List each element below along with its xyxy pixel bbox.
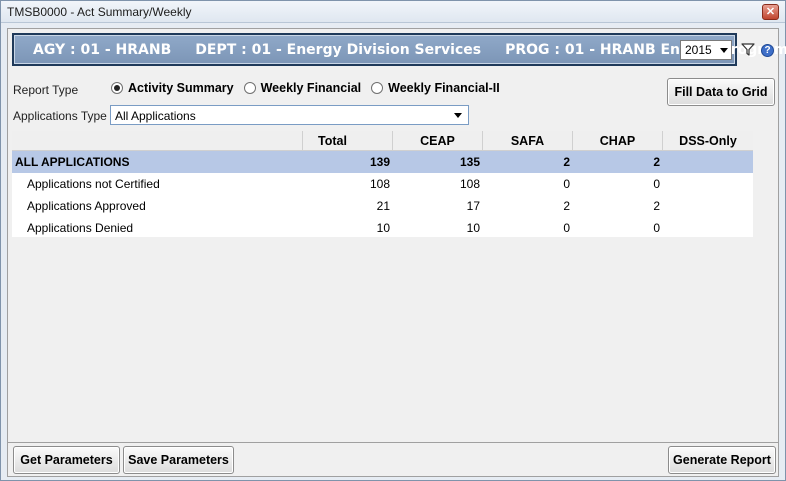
- column-header-chap[interactable]: CHAP: [572, 131, 662, 151]
- applications-type-select[interactable]: All Applications: [110, 105, 469, 125]
- cell-chap: 0: [653, 177, 660, 191]
- cell-chap: 2: [653, 199, 660, 213]
- table-row[interactable]: Applications not Certified 108 108 0 0: [12, 173, 753, 195]
- app-window: TMSB0000 - Act Summary/Weekly ✕ AGY : 01…: [0, 0, 786, 481]
- agency-label: AGY : 01 - HRANB: [33, 41, 172, 58]
- table-row[interactable]: ALL APPLICATIONS 139 135 2 2: [12, 151, 753, 173]
- year-select[interactable]: 2015: [680, 40, 732, 60]
- cell-ceap: 17: [466, 199, 480, 213]
- row-name: Applications Denied: [27, 221, 134, 235]
- fill-data-to-grid-button[interactable]: Fill Data to Grid: [667, 78, 775, 106]
- cell-total: 108: [369, 177, 390, 191]
- footer-divider: [8, 442, 778, 443]
- window-title: TMSB0000 - Act Summary/Weekly: [7, 5, 192, 19]
- cell-safa: 0: [563, 177, 570, 191]
- cell-total: 21: [376, 199, 390, 213]
- cell-chap: 2: [653, 155, 660, 169]
- department-label: DEPT : 01 - Energy Division Services: [195, 41, 482, 58]
- filter-icon[interactable]: [741, 43, 755, 56]
- radio-weekly-financial[interactable]: Weekly Financial: [243, 81, 362, 95]
- cell-ceap: 108: [459, 177, 480, 191]
- radio-dot[interactable]: [243, 82, 256, 94]
- generate-report-button[interactable]: Generate Report: [668, 446, 776, 474]
- column-header-safa[interactable]: SAFA: [482, 131, 572, 151]
- column-header-dss-only[interactable]: DSS-Only: [662, 131, 753, 151]
- cell-total: 139: [369, 155, 390, 169]
- cell-ceap: 10: [466, 221, 480, 235]
- radio-label: Weekly Financial-II: [388, 81, 500, 95]
- report-type-radios: Activity Summary Weekly Financial Weekly…: [111, 81, 500, 95]
- chevron-down-icon: [454, 113, 462, 118]
- table-row[interactable]: Applications Denied 10 10 0 0: [12, 217, 753, 239]
- column-header-total[interactable]: Total: [302, 131, 362, 151]
- radio-activity-summary[interactable]: Activity Summary: [111, 81, 234, 95]
- table-row[interactable]: Applications Approved 21 17 2 2: [12, 195, 753, 217]
- title-bar[interactable]: TMSB0000 - Act Summary/Weekly ✕: [1, 1, 785, 23]
- main-panel: AGY : 01 - HRANB DEPT : 01 - Energy Divi…: [7, 28, 786, 477]
- context-header: AGY : 01 - HRANB DEPT : 01 - Energy Divi…: [12, 33, 786, 66]
- radio-dot[interactable]: [371, 82, 384, 94]
- row-name: Applications Approved: [27, 199, 146, 213]
- column-header-ceap[interactable]: CEAP: [392, 131, 482, 151]
- row-name: Applications not Certified: [27, 177, 160, 191]
- cell-chap: 0: [653, 221, 660, 235]
- cell-ceap: 135: [459, 155, 480, 169]
- cell-safa: 2: [563, 199, 570, 213]
- cell-total: 10: [376, 221, 390, 235]
- year-value: 2015: [685, 43, 712, 57]
- get-parameters-button[interactable]: Get Parameters: [13, 446, 120, 474]
- grid-header: Total CEAP SAFA CHAP DSS-Only: [12, 131, 753, 151]
- radio-dot-selected[interactable]: [111, 82, 123, 94]
- data-grid[interactable]: Total CEAP SAFA CHAP DSS-Only ALL APPLIC…: [12, 131, 753, 237]
- radio-weekly-financial-ii[interactable]: Weekly Financial-II: [371, 81, 500, 95]
- applications-type-value: All Applications: [115, 109, 196, 123]
- save-parameters-button[interactable]: Save Parameters: [123, 446, 234, 474]
- cell-safa: 0: [563, 221, 570, 235]
- radio-label: Activity Summary: [128, 81, 234, 95]
- close-button[interactable]: ✕: [762, 4, 779, 20]
- cell-safa: 2: [563, 155, 570, 169]
- chevron-down-icon: [720, 48, 728, 53]
- row-name: ALL APPLICATIONS: [15, 155, 130, 169]
- help-icon[interactable]: ?: [761, 44, 774, 57]
- report-type-label: Report Type: [13, 83, 79, 97]
- applications-type-label: Applications Type: [13, 109, 107, 123]
- radio-label: Weekly Financial: [260, 81, 362, 95]
